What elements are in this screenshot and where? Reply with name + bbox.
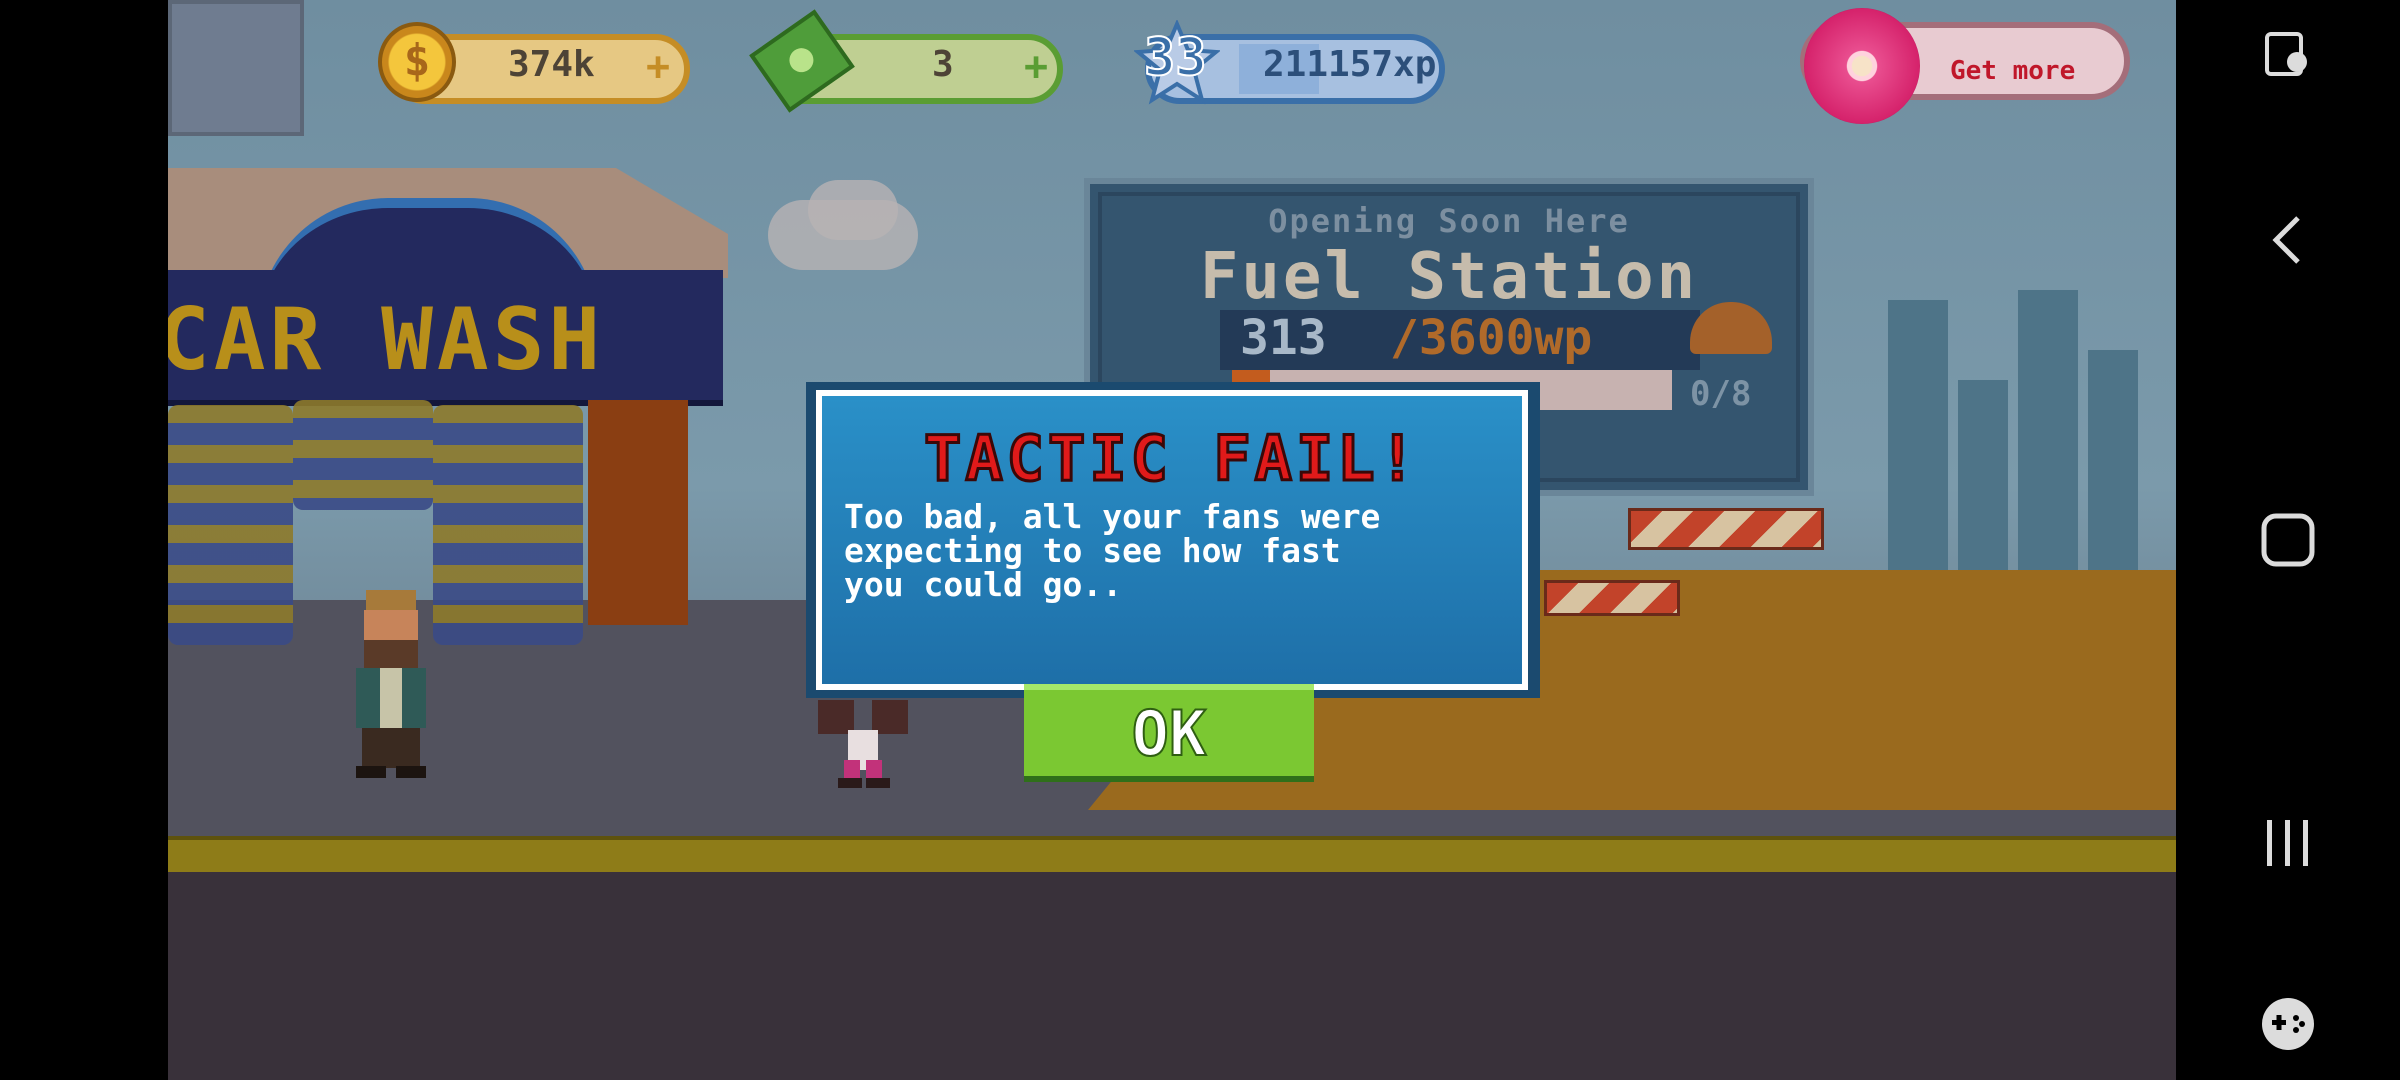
road-barrier: [1544, 580, 1680, 616]
back-icon[interactable]: [2268, 212, 2308, 268]
system-nav-bar: [2176, 0, 2400, 1080]
tactic-fail-dialog: TACTIC FAIL! Too bad, all your fans were…: [816, 390, 1528, 690]
skyline: [1958, 380, 2008, 600]
coins-value: 374k: [508, 44, 595, 85]
dialog-title: TACTIC FAIL!: [923, 421, 1420, 497]
skyline: [2088, 350, 2138, 600]
racer-character[interactable]: [808, 690, 918, 800]
road-barrier: [1628, 508, 1824, 550]
accessibility-icon[interactable]: [2261, 30, 2315, 84]
carwash-brush: [168, 405, 293, 645]
fuel-station-subtitle: Opening Soon Here: [1268, 202, 1630, 240]
carwash-sign-text: CAR WASH: [168, 290, 605, 390]
xp-value: 211157xp: [1263, 44, 1437, 85]
fuel-station-slots: 0/8: [1690, 374, 1752, 414]
donut-icon: [1804, 8, 1920, 124]
coin-icon: $: [378, 22, 456, 102]
road-stripe: [168, 836, 2176, 876]
ok-button[interactable]: OK: [1024, 684, 1314, 776]
get-more-label: Get more: [1950, 56, 2076, 86]
player-level: 33: [1143, 27, 1208, 89]
cloud: [808, 180, 898, 240]
fuel-station-title: Fuel Station: [1199, 240, 1699, 314]
fuel-station-progress-target: /3600wp: [1390, 310, 1593, 366]
profile-avatar[interactable]: [168, 0, 304, 136]
recents-icon[interactable]: [2263, 816, 2313, 870]
game-controller-icon[interactable]: [2258, 994, 2318, 1054]
fuel-station-progress-current: 313: [1240, 310, 1327, 366]
add-coins-button[interactable]: +: [646, 44, 670, 90]
skyline: [1888, 300, 1948, 600]
cash-value: 3: [932, 44, 954, 85]
home-icon[interactable]: [2260, 512, 2316, 568]
road: [168, 872, 2176, 1080]
skyline: [2018, 290, 2078, 600]
carwash-pillar: [588, 400, 688, 625]
carwash-brush: [433, 405, 583, 645]
dialog-message: Too bad, all your fans were expecting to…: [844, 497, 1381, 604]
bearded-character[interactable]: [336, 580, 446, 790]
carwash-brush: [293, 400, 433, 510]
add-cash-button[interactable]: +: [1024, 44, 1048, 90]
